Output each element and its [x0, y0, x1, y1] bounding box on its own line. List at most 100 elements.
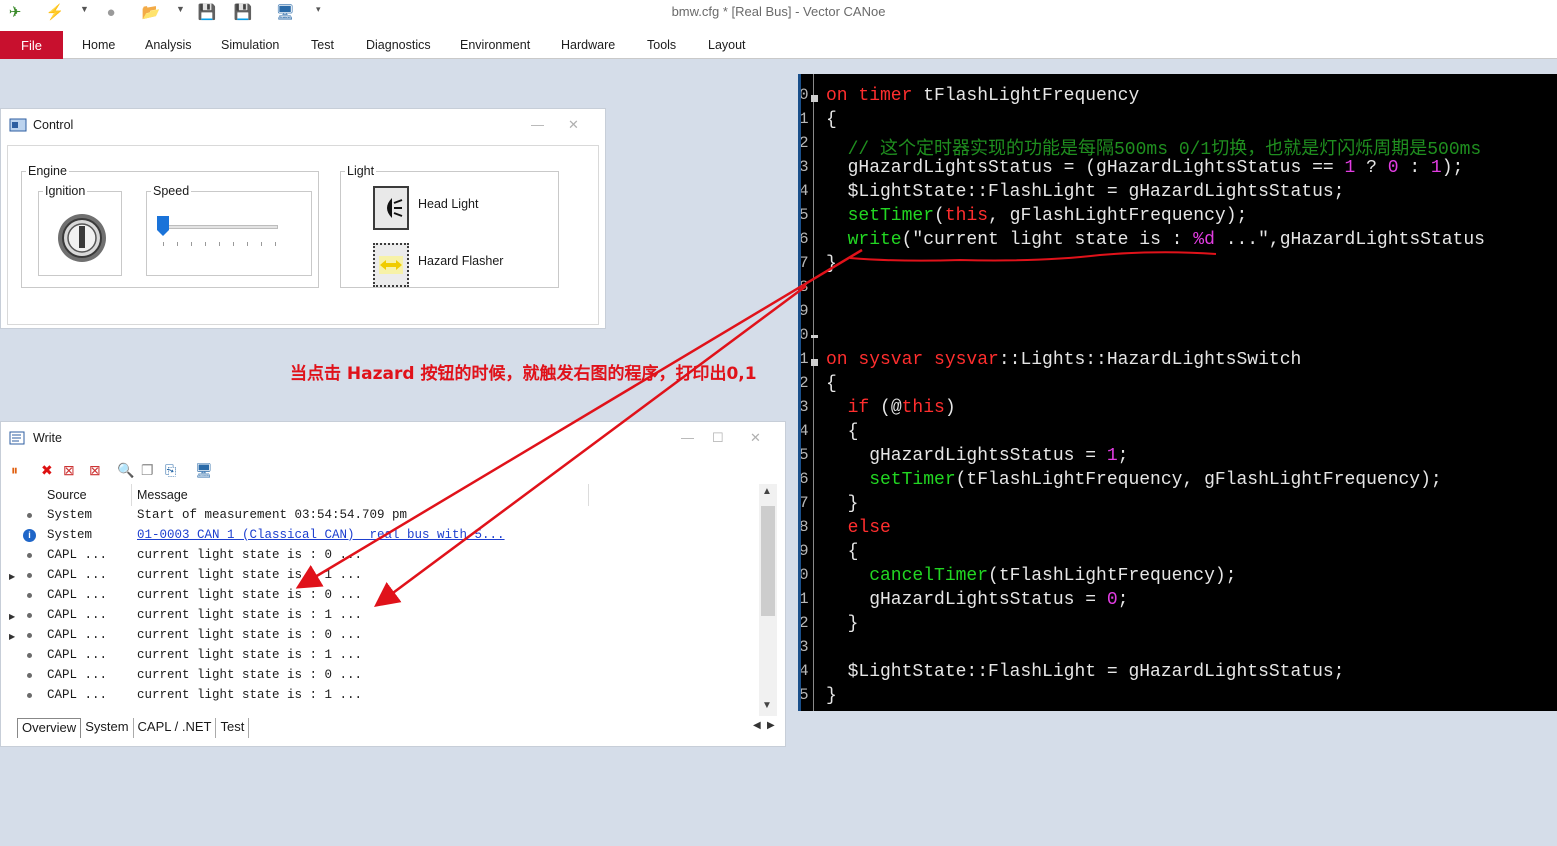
tab-diagnostics[interactable]: Diagnostics	[366, 38, 431, 52]
row-source: CAPL ...	[47, 668, 108, 682]
delete-window-icon[interactable]: ⊠	[89, 462, 101, 479]
row-message: current light state is : 0 ...	[137, 628, 363, 642]
code-token: 0	[1387, 158, 1399, 178]
tab-hardware[interactable]: Hardware	[561, 38, 615, 52]
line-number: 5	[799, 446, 809, 464]
code-token: this	[901, 398, 945, 418]
tab-capl-net[interactable]: CAPL / .NET	[134, 718, 217, 738]
code-token: ...",gHazardLightsStatus	[1214, 230, 1485, 250]
minimize-icon[interactable]: —	[681, 430, 694, 445]
fold-toggle-icon[interactable]	[811, 95, 818, 102]
minimize-icon[interactable]: —	[531, 117, 544, 132]
table-row[interactable]: i System 01-0003 CAN 1 (Classical CAN) rea…	[17, 526, 759, 546]
export-icon[interactable]: ⎘	[165, 462, 176, 479]
pause-icon[interactable]: ⏸	[11, 462, 18, 479]
speed-slider-track[interactable]	[158, 225, 278, 229]
code-line: gHazardLightsStatus = 0;	[826, 590, 1128, 614]
table-row[interactable]: CAPL ... current light state is : 1 ...	[17, 686, 759, 706]
clear-filter-icon[interactable]: ⊠	[63, 462, 75, 479]
line-number: 0	[799, 86, 809, 104]
tab-scroll-right-icon[interactable]: ▶	[767, 720, 775, 731]
hazard-flasher-label: Hazard Flasher	[418, 254, 504, 268]
code-token: gHazardLightsStatus =	[826, 446, 1107, 466]
column-source[interactable]: Source	[47, 488, 87, 502]
code-token: :	[1398, 158, 1431, 178]
write-window-icon	[9, 431, 25, 445]
row-source: CAPL ...	[47, 568, 108, 582]
fold-toggle-icon[interactable]	[811, 359, 818, 366]
line-number: 8	[799, 518, 809, 536]
code-token: setTimer	[826, 470, 956, 490]
tab-environment[interactable]: Environment	[460, 38, 530, 52]
line-number: 6	[799, 470, 809, 488]
code-token: )	[944, 398, 956, 418]
line-number: 4	[799, 422, 809, 440]
tab-analysis[interactable]: Analysis	[145, 38, 192, 52]
configure-icon[interactable]: 🖥	[195, 462, 213, 479]
copy-icon[interactable]: ❐	[141, 462, 154, 479]
scrollbar-thumb[interactable]	[761, 506, 775, 616]
write-window-titlebar[interactable]: Write	[1, 422, 785, 454]
code-token: sysvar	[934, 350, 999, 370]
find-icon[interactable]: 🔍	[117, 462, 134, 479]
scroll-up-icon[interactable]: ▲	[762, 486, 772, 497]
capl-code-editor[interactable]: 0 1 2 3 4 5 6 7 8 9 0 1 2 3 4 5 6 7 8 9 0 1 2 3 4 5 on timer tFlas…	[798, 74, 1557, 711]
row-source: System	[47, 508, 93, 522]
ribbon-tabs: File Home Analysis Simulation Test Diagn…	[0, 30, 1557, 59]
table-row[interactable]: CAPL ... current light state is : 0 ...	[17, 546, 759, 566]
close-icon[interactable]: ✕	[568, 117, 579, 133]
code-line: // 这个定时器实现的功能是每隔500ms 0/1切换，也就是灯闪烁周期是500…	[826, 134, 1482, 160]
table-row[interactable]: CAPL ... current light state is : 0 ...	[17, 626, 759, 646]
ignition-switch-icon[interactable]	[56, 212, 108, 264]
table-row[interactable]: System Start of measurement 03:54:54.709 …	[17, 506, 759, 526]
table-row[interactable]: CAPL ... current light state is : 0 ...	[17, 586, 759, 606]
code-line: setTimer(this, gFlashLightFrequency);	[826, 206, 1248, 230]
row-source: CAPL ...	[47, 628, 108, 642]
row-marker-icon: ▶	[9, 572, 16, 581]
tab-system[interactable]: System	[81, 718, 134, 738]
table-row[interactable]: CAPL ... current light state is : 1 ...	[17, 646, 759, 666]
tab-simulation[interactable]: Simulation	[221, 38, 279, 52]
line-number: 0	[799, 566, 809, 584]
tab-overview[interactable]: Overview	[17, 718, 82, 738]
vertical-scrollbar[interactable]: ▲ ▼	[759, 484, 777, 716]
code-token: gHazardLightsStatus = (gHazardLightsStat…	[826, 158, 1345, 178]
file-tab[interactable]: File	[0, 31, 63, 59]
column-message[interactable]: Message	[137, 488, 188, 502]
tab-scroll-left-icon[interactable]: ◀	[753, 720, 761, 731]
bullet-icon	[27, 693, 32, 698]
code-line: }	[826, 614, 859, 638]
annotation-text-after: 按钮的时候，就触发右图的程序，打印出0,1	[414, 364, 757, 384]
speed-label: Speed	[153, 184, 190, 198]
maximize-icon[interactable]: ☐	[712, 430, 724, 446]
code-token: on	[826, 350, 859, 370]
head-light-icon	[387, 198, 403, 218]
row-message-link[interactable]: 01-0003 CAN 1 (Classical CAN) real bus w…	[137, 528, 505, 542]
code-token: gHazardLightsStatus =	[826, 590, 1107, 610]
title-bar: ✈ ⚡ ▼ ● 📂 ▼ 💾 💾 🖥 ▾ bmw.cfg * [Real Bus]…	[0, 0, 1557, 30]
hazard-flasher-button[interactable]	[373, 243, 409, 287]
code-line: on timer tFlashLightFrequency	[826, 86, 1139, 110]
code-token: }	[826, 614, 859, 634]
tab-test[interactable]: Test	[311, 38, 334, 52]
line-number: 2	[799, 614, 809, 632]
tab-tools[interactable]: Tools	[647, 38, 676, 52]
row-message: current light state is : 1 ...	[137, 688, 363, 702]
tab-layout[interactable]: Layout	[708, 38, 746, 52]
code-line: {	[826, 422, 859, 446]
close-icon[interactable]: ✕	[750, 430, 761, 446]
control-window-titlebar[interactable]: Control	[1, 109, 605, 141]
table-row[interactable]: CAPL ... current light state is : 0 ...	[17, 666, 759, 686]
code-line: setTimer(tFlashLightFrequency, gFlashLig…	[826, 470, 1442, 494]
row-source: CAPL ...	[47, 588, 108, 602]
head-light-button[interactable]	[373, 186, 409, 230]
table-row[interactable]: CAPL ... current light state is : 1 ...	[17, 606, 759, 626]
table-row[interactable]: CAPL ... current light state is : 1 ...	[17, 566, 759, 586]
clear-icon[interactable]: ✖	[41, 462, 53, 479]
tab-home[interactable]: Home	[82, 38, 115, 52]
tab-test[interactable]: Test	[216, 718, 250, 738]
scroll-down-icon[interactable]: ▼	[762, 700, 772, 711]
list-header: Source Message	[17, 484, 759, 506]
line-number: 2	[799, 134, 809, 152]
line-number: 5	[799, 686, 809, 704]
